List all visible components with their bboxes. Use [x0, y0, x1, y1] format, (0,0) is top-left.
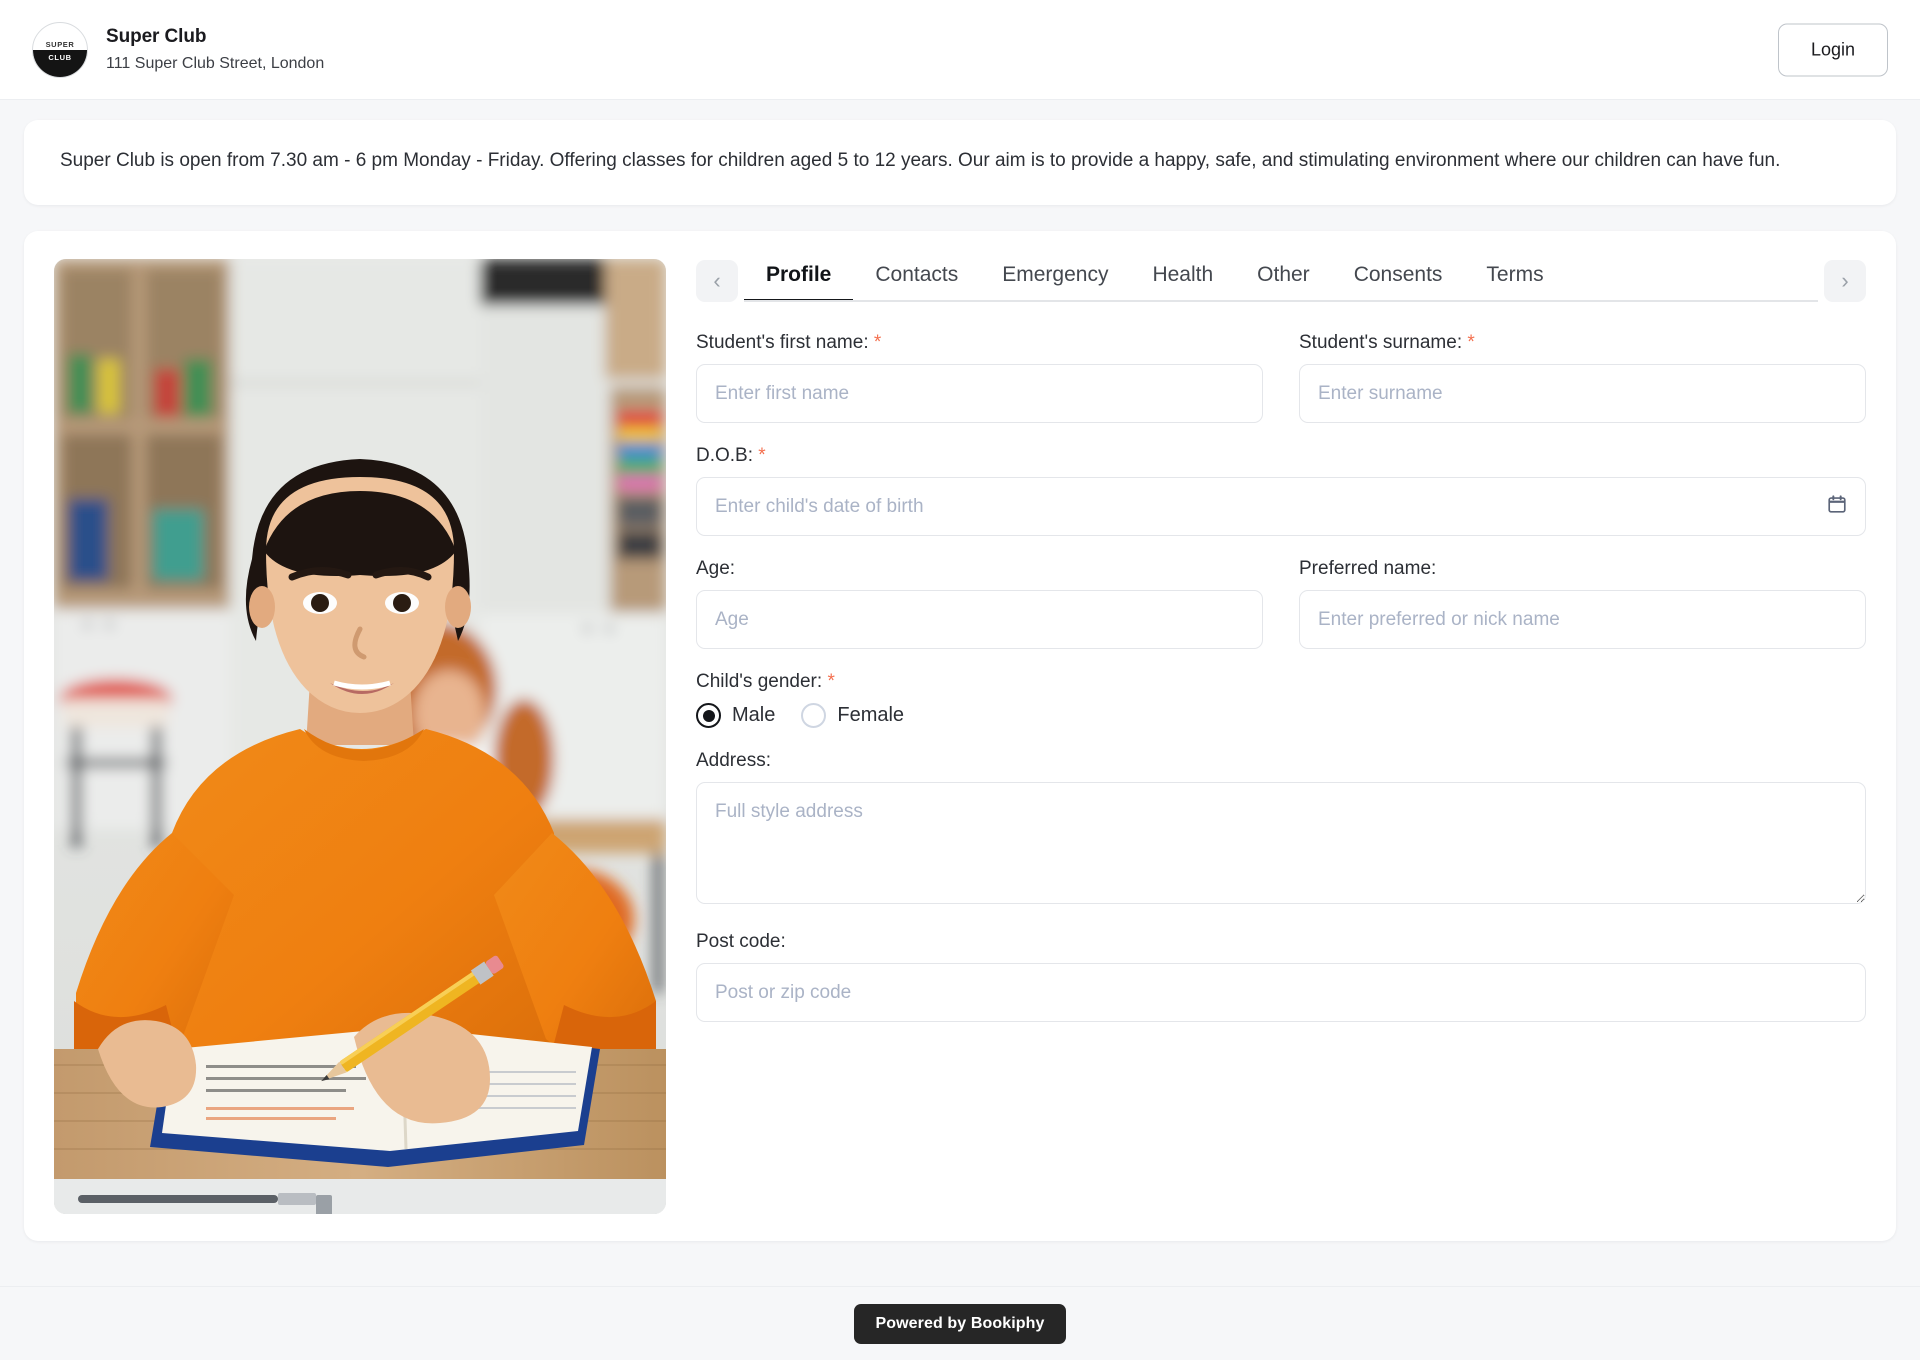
logo-bottom-text: CLUB — [33, 53, 87, 62]
registration-card: ‹ Profile Contacts Emergency Health Othe… — [24, 231, 1896, 1241]
gender-required-mark: * — [827, 671, 834, 692]
field-first-name: Student's first name: * — [696, 332, 1263, 423]
gender-label: Child's gender: * — [696, 671, 1866, 693]
dob-required-mark: * — [758, 445, 765, 466]
dob-label-text: D.O.B: — [696, 445, 753, 466]
tab-emergency[interactable]: Emergency — [980, 259, 1130, 302]
login-button[interactable]: Login — [1778, 23, 1888, 76]
field-gender: Child's gender: * Male Female — [696, 671, 1866, 728]
page-title: Super Club — [106, 24, 324, 50]
gender-option-male[interactable]: Male — [696, 703, 775, 728]
first-name-label-text: Student's first name: — [696, 332, 869, 353]
tab-profile[interactable]: Profile — [744, 259, 853, 302]
gender-label-text: Child's gender: — [696, 671, 822, 692]
tab-consents[interactable]: Consents — [1332, 259, 1465, 302]
radio-unselected-icon[interactable] — [801, 703, 826, 728]
radio-selected-icon[interactable] — [696, 703, 721, 728]
classroom-photo — [54, 259, 666, 1214]
logo-top-text: SUPER — [33, 40, 87, 49]
preferred-name-input[interactable] — [1299, 590, 1866, 649]
form-fields-grid: Student's first name: * Student's surnam… — [696, 332, 1866, 1044]
super-club-logo-icon: SUPER CLUB — [32, 22, 88, 78]
tab-contacts[interactable]: Contacts — [853, 259, 980, 302]
first-name-input[interactable] — [696, 364, 1263, 423]
tabs-scroller[interactable]: Profile Contacts Emergency Health Other … — [744, 259, 1818, 302]
field-surname: Student's surname: * — [1299, 332, 1866, 423]
gender-radio-group: Male Female — [696, 703, 1866, 728]
dob-input[interactable] — [696, 477, 1866, 536]
form-tabs: ‹ Profile Contacts Emergency Health Othe… — [696, 259, 1866, 302]
field-dob: D.O.B: * — [696, 445, 1866, 536]
tab-terms[interactable]: Terms — [1464, 259, 1565, 302]
preferred-name-label: Preferred name: — [1299, 558, 1866, 580]
age-label: Age: — [696, 558, 1263, 580]
first-name-required-mark: * — [874, 332, 881, 353]
first-name-label: Student's first name: * — [696, 332, 1263, 354]
post-code-input[interactable] — [696, 963, 1866, 1022]
tabs-next-arrow-icon[interactable]: › — [1824, 260, 1866, 302]
field-post-code: Post code: — [696, 931, 1866, 1022]
page-body: Super Club is open from 7.30 am - 6 pm M… — [0, 100, 1920, 1241]
surname-input[interactable] — [1299, 364, 1866, 423]
info-banner-text: Super Club is open from 7.30 am - 6 pm M… — [60, 146, 1860, 175]
site-footer: Powered by Bookiphy — [0, 1286, 1920, 1360]
brand: SUPER CLUB Super Club 111 Super Club Str… — [32, 22, 324, 78]
tab-other[interactable]: Other — [1235, 259, 1332, 302]
address-textarea[interactable] — [696, 782, 1866, 904]
age-input[interactable] — [696, 590, 1263, 649]
surname-required-mark: * — [1467, 332, 1474, 353]
tabs-prev-arrow-icon[interactable]: ‹ — [696, 260, 738, 302]
brand-address: 111 Super Club Street, London — [106, 53, 324, 75]
gender-female-label: Female — [837, 704, 904, 727]
field-preferred-name: Preferred name: — [1299, 558, 1866, 649]
surname-label: Student's surname: * — [1299, 332, 1866, 354]
field-age: Age: — [696, 558, 1263, 649]
post-code-label: Post code: — [696, 931, 1866, 953]
tab-health[interactable]: Health — [1130, 259, 1235, 302]
field-address: Address: — [696, 750, 1866, 909]
gender-male-label: Male — [732, 704, 775, 727]
surname-label-text: Student's surname: — [1299, 332, 1462, 353]
address-label: Address: — [696, 750, 1866, 772]
site-header: SUPER CLUB Super Club 111 Super Club Str… — [0, 0, 1920, 100]
powered-by-badge[interactable]: Powered by Bookiphy — [854, 1304, 1065, 1344]
profile-form: ‹ Profile Contacts Emergency Health Othe… — [696, 259, 1866, 1213]
dob-label: D.O.B: * — [696, 445, 1866, 467]
info-banner: Super Club is open from 7.30 am - 6 pm M… — [24, 120, 1896, 205]
gender-option-female[interactable]: Female — [801, 703, 904, 728]
